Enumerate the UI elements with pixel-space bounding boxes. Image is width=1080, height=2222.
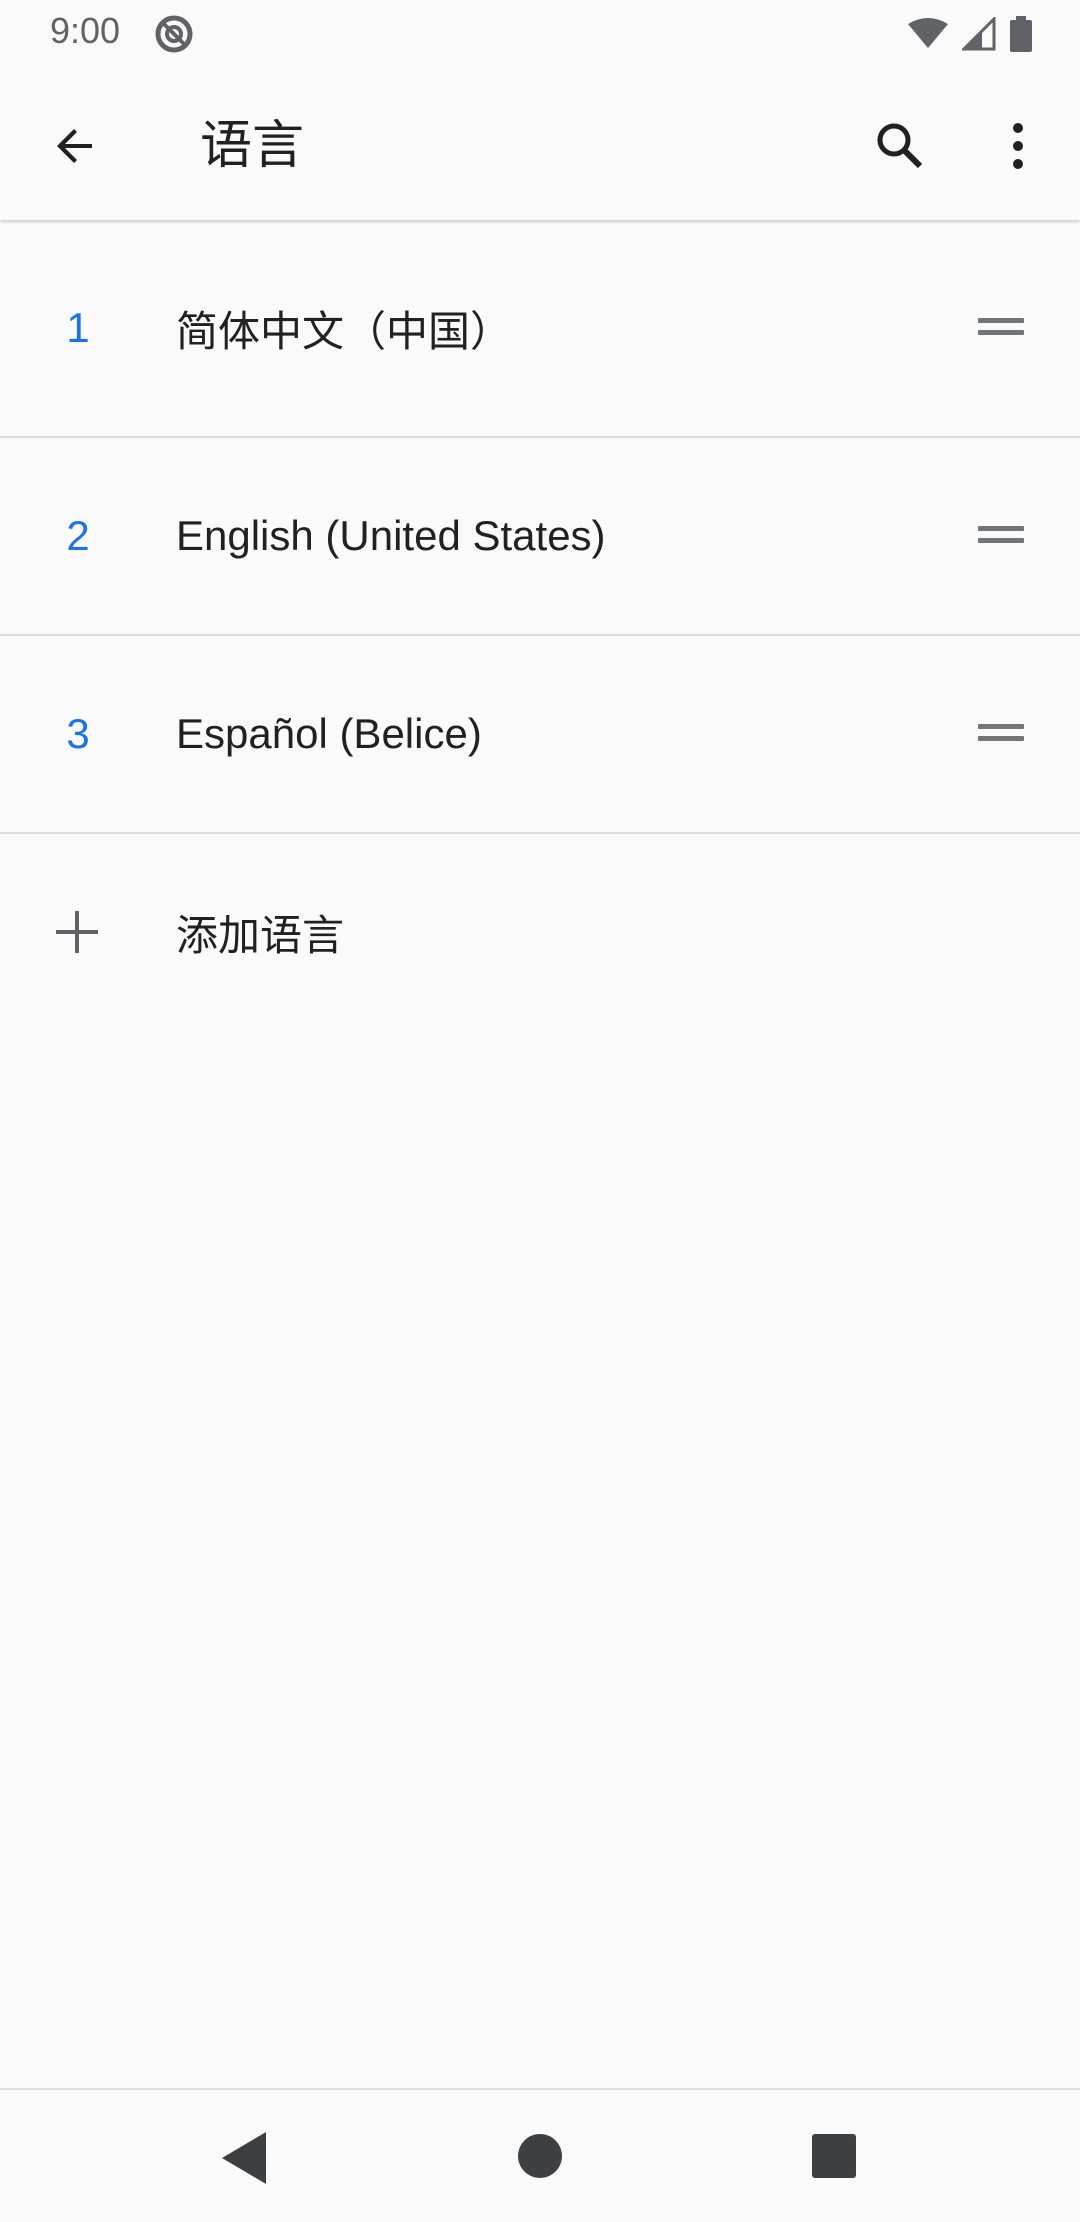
battery-icon [1010,16,1032,52]
drag-handle-icon[interactable] [978,316,1026,340]
drag-handle-icon[interactable] [978,722,1026,746]
add-language-button[interactable]: 添加语言 [0,834,1080,1030]
back-button[interactable] [40,110,112,182]
add-language-label: 添加语言 [176,910,345,960]
search-button[interactable] [864,110,936,182]
language-label: Español (Belice) [176,710,482,757]
page-title: 语言 [200,116,305,176]
language-priority-number: 3 [66,710,90,757]
language-row[interactable]: 2 English (United States) [0,438,1080,636]
drag-handle-icon[interactable] [978,524,1026,548]
nav-home-icon[interactable] [518,2134,562,2178]
language-row[interactable]: 1 简体中文（中国） [0,220,1080,438]
more-options-button[interactable] [982,110,1054,182]
nav-back-icon[interactable] [220,2130,270,2186]
status-icons [908,14,1032,54]
search-icon [877,123,923,169]
language-row[interactable]: 3 Español (Belice) [0,636,1080,834]
arrow-back-icon [57,129,92,163]
language-priority-number: 1 [66,304,90,351]
language-label: 简体中文（中国） [176,307,513,355]
status-time: 9:00 [50,10,121,51]
cell-signal-icon [962,17,996,51]
more-vert-icon [1013,123,1023,169]
language-priority-number: 2 [66,512,90,559]
language-label: English (United States) [176,512,606,559]
plus-icon [56,911,98,953]
app-bar: 语言 [0,66,1080,220]
language-list: 1 简体中文（中国） 2 English (United States) 3 E… [0,220,1080,1030]
system-navigation-bar [0,2088,1080,2222]
wifi-icon [908,18,948,48]
nav-recents-icon[interactable] [812,2134,856,2178]
at-sign-notification-icon [155,15,193,53]
status-bar: 9:00 [0,0,1080,66]
